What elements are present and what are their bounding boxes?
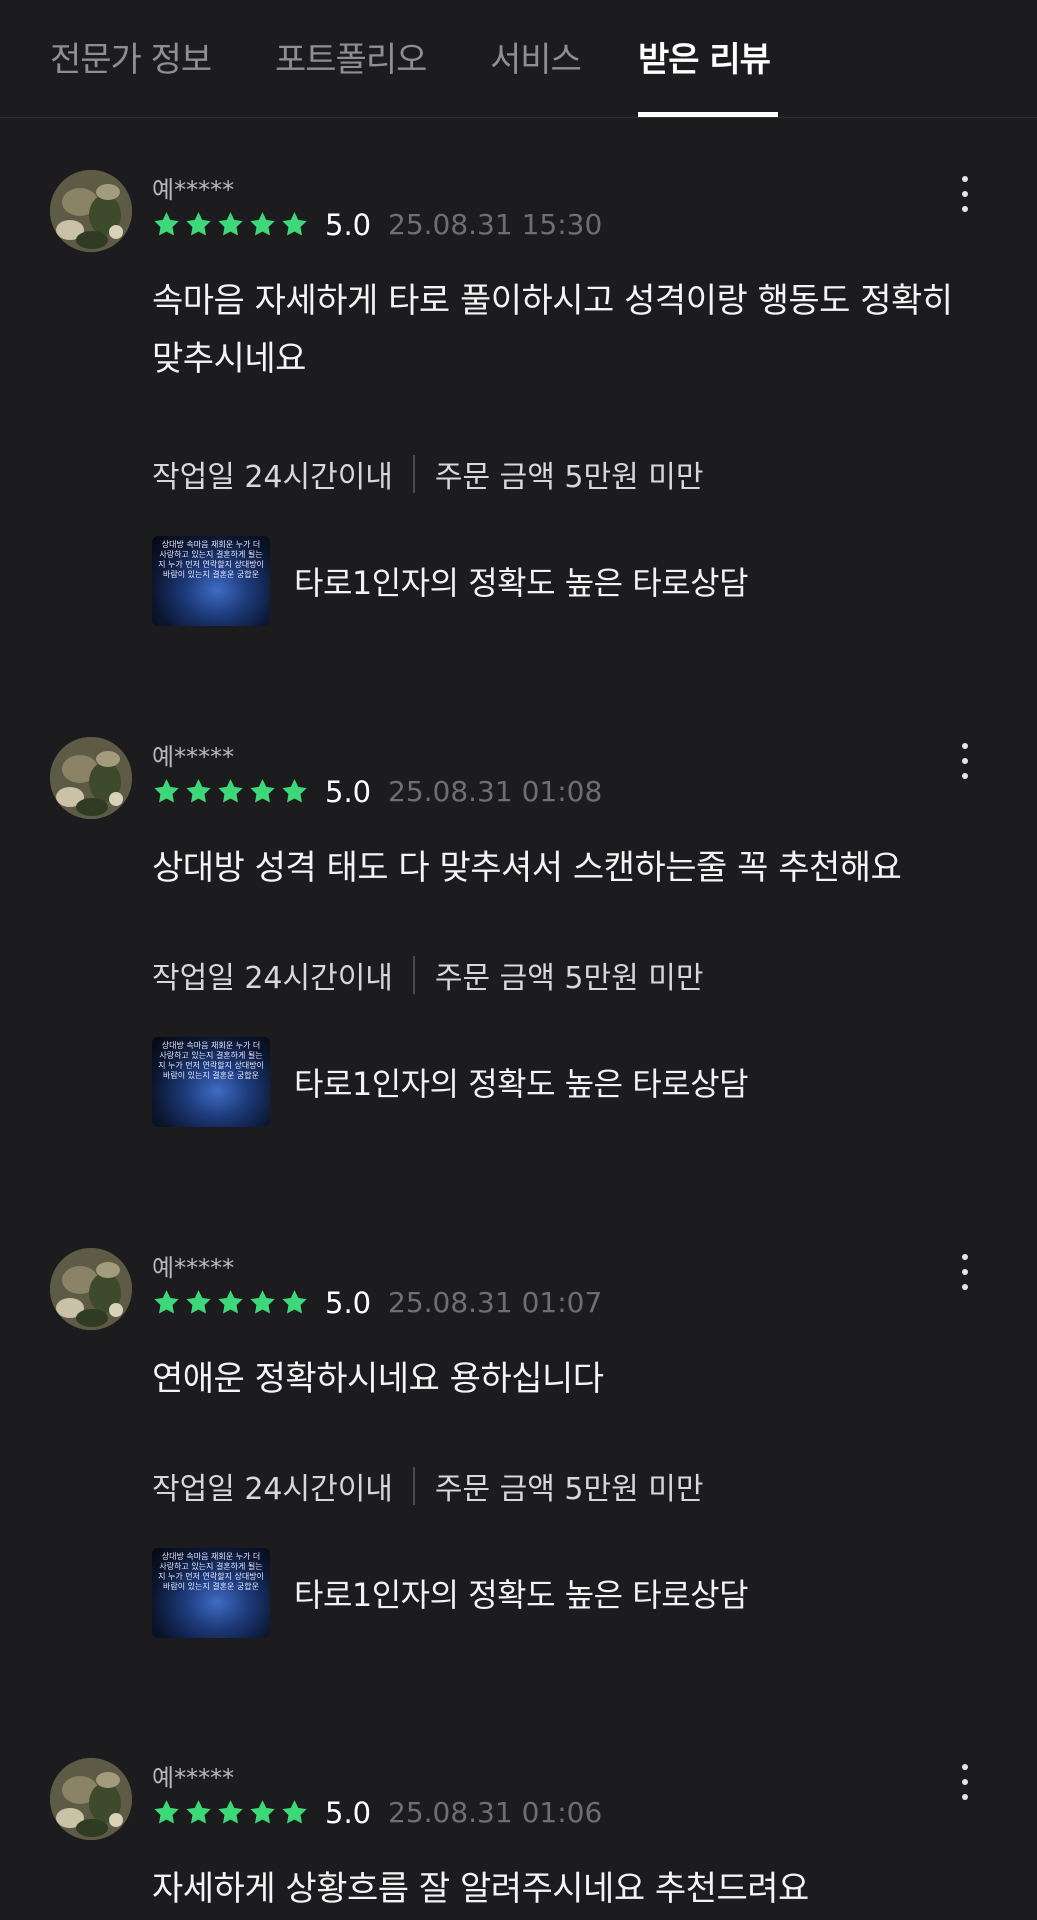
- star-icon: [218, 1800, 243, 1824]
- tab-services[interactable]: 서비스: [490, 32, 582, 81]
- star-icon: [218, 1290, 243, 1314]
- service-link[interactable]: 상대방 속마음 재회운 누가 더 사랑하고 있는지 결혼하게 될는지 누가 먼저…: [152, 536, 1012, 626]
- order-amount: 주문 금액 5만원 미만: [434, 1472, 704, 1507]
- tab-received-reviews[interactable]: 받은 리뷰: [638, 32, 771, 81]
- thumbnail-text: 상대방 속마음 재회운 누가 더 사랑하고 있는지 결혼하게 될는지 누가 먼저…: [158, 540, 264, 579]
- star-icon: [250, 1800, 275, 1824]
- rating-value: 5.0: [325, 208, 372, 242]
- meta-divider: [412, 455, 415, 493]
- star-icon: [154, 779, 179, 803]
- star-rating: [152, 210, 309, 240]
- review-date: 25.08.31 01:08: [388, 775, 603, 808]
- star-icon: [154, 212, 179, 236]
- rating-value: 5.0: [325, 775, 372, 809]
- review-item: 예***** 5.0 25.08.31 01:07 연애운 정확하시네요 용하십…: [0, 1248, 1037, 1808]
- star-icon: [154, 1290, 179, 1314]
- avatar[interactable]: [50, 1248, 132, 1330]
- service-title: 타로1인자의 정확도 높은 타로상담: [294, 564, 749, 602]
- work-days: 작업일 24시간이내: [152, 961, 393, 996]
- star-icon: [250, 212, 275, 236]
- active-tab-indicator: [638, 112, 778, 117]
- avatar[interactable]: [50, 1758, 132, 1840]
- reviewer-name: 예*****: [152, 743, 235, 771]
- meta-divider: [412, 956, 415, 994]
- review-date: 25.08.31 15:30: [388, 208, 603, 241]
- order-meta: 작업일 24시간이내 주문 금액 5만원 미만: [152, 953, 703, 997]
- rating-value: 5.0: [325, 1796, 372, 1830]
- rating-value: 5.0: [325, 1286, 372, 1320]
- avatar[interactable]: [50, 737, 132, 819]
- service-thumbnail: 상대방 속마음 재회운 누가 더 사랑하고 있는지 결혼하게 될는지 누가 먼저…: [152, 1548, 270, 1638]
- order-meta: 작업일 24시간이내 주문 금액 5만원 미만: [152, 1464, 703, 1508]
- star-icon: [186, 212, 211, 236]
- star-icon: [186, 779, 211, 803]
- thumbnail-text: 상대방 속마음 재회운 누가 더 사랑하고 있는지 결혼하게 될는지 누가 먼저…: [158, 1041, 264, 1080]
- service-title: 타로1인자의 정확도 높은 타로상담: [294, 1576, 749, 1614]
- star-icon: [186, 1800, 211, 1824]
- service-thumbnail: 상대방 속마음 재회운 누가 더 사랑하고 있는지 결혼하게 될는지 누가 먼저…: [152, 536, 270, 626]
- avatar[interactable]: [50, 170, 132, 252]
- tab-portfolio[interactable]: 포트폴리오: [275, 32, 427, 81]
- star-icon: [282, 779, 307, 803]
- more-options-icon[interactable]: [953, 1762, 977, 1802]
- review-item: 예***** 5.0 25.08.31 01:06 자세하게 상황흐름 잘 알려…: [0, 1758, 1037, 1920]
- work-days: 작업일 24시간이내: [152, 1472, 393, 1507]
- reviewer-name: 예*****: [152, 1764, 235, 1792]
- more-options-icon[interactable]: [953, 174, 977, 214]
- star-icon: [154, 1800, 179, 1824]
- review-item: 예***** 5.0 25.08.31 01:08 상대방 성격 태도 다 맞추…: [0, 737, 1037, 1297]
- star-icon: [282, 1800, 307, 1824]
- star-icon: [250, 779, 275, 803]
- tab-bar: 전문가 정보 포트폴리오 서비스 받은 리뷰: [0, 0, 1037, 118]
- order-amount: 주문 금액 5만원 미만: [434, 961, 704, 996]
- more-options-icon[interactable]: [953, 741, 977, 781]
- work-days: 작업일 24시간이내: [152, 460, 393, 495]
- review-content: 연애운 정확하시네요 용하십니다: [152, 1359, 604, 1399]
- service-link[interactable]: 상대방 속마음 재회운 누가 더 사랑하고 있는지 결혼하게 될는지 누가 먼저…: [152, 1037, 1012, 1127]
- more-options-icon[interactable]: [953, 1252, 977, 1292]
- order-meta: 작업일 24시간이내 주문 금액 5만원 미만: [152, 452, 703, 496]
- star-icon: [282, 212, 307, 236]
- review-date: 25.08.31 01:06: [388, 1796, 603, 1829]
- review-content: 속마음 자세하게 타로 풀이하시고 성격이랑 행동도 정확히 맞추시네요: [152, 281, 953, 379]
- thumbnail-text: 상대방 속마음 재회운 누가 더 사랑하고 있는지 결혼하게 될는지 누가 먼저…: [158, 1552, 264, 1591]
- star-rating: [152, 777, 309, 807]
- review-date: 25.08.31 01:07: [388, 1286, 603, 1319]
- reviewer-name: 예*****: [152, 1254, 235, 1282]
- star-icon: [282, 1290, 307, 1314]
- star-icon: [218, 779, 243, 803]
- star-icon: [186, 1290, 211, 1314]
- star-rating: [152, 1288, 309, 1318]
- service-thumbnail: 상대방 속마음 재회운 누가 더 사랑하고 있는지 결혼하게 될는지 누가 먼저…: [152, 1037, 270, 1127]
- star-icon: [250, 1290, 275, 1314]
- review-content: 상대방 성격 태도 다 맞추셔서 스캔하는줄 꼭 추천해요: [152, 848, 902, 888]
- service-link[interactable]: 상대방 속마음 재회운 누가 더 사랑하고 있는지 결혼하게 될는지 누가 먼저…: [152, 1548, 1012, 1638]
- review-content: 자세하게 상황흐름 잘 알려주시네요 추천드려요: [152, 1869, 809, 1909]
- service-title: 타로1인자의 정확도 높은 타로상담: [294, 1065, 749, 1103]
- order-amount: 주문 금액 5만원 미만: [434, 460, 704, 495]
- star-icon: [218, 212, 243, 236]
- reviewer-name: 예*****: [152, 176, 235, 204]
- star-rating: [152, 1798, 309, 1828]
- review-item: 예***** 5.0 25.08.31 15:30 속마음 자세하게 타로 풀이…: [0, 170, 1037, 730]
- tab-expert-info[interactable]: 전문가 정보: [50, 32, 212, 81]
- meta-divider: [412, 1467, 415, 1505]
